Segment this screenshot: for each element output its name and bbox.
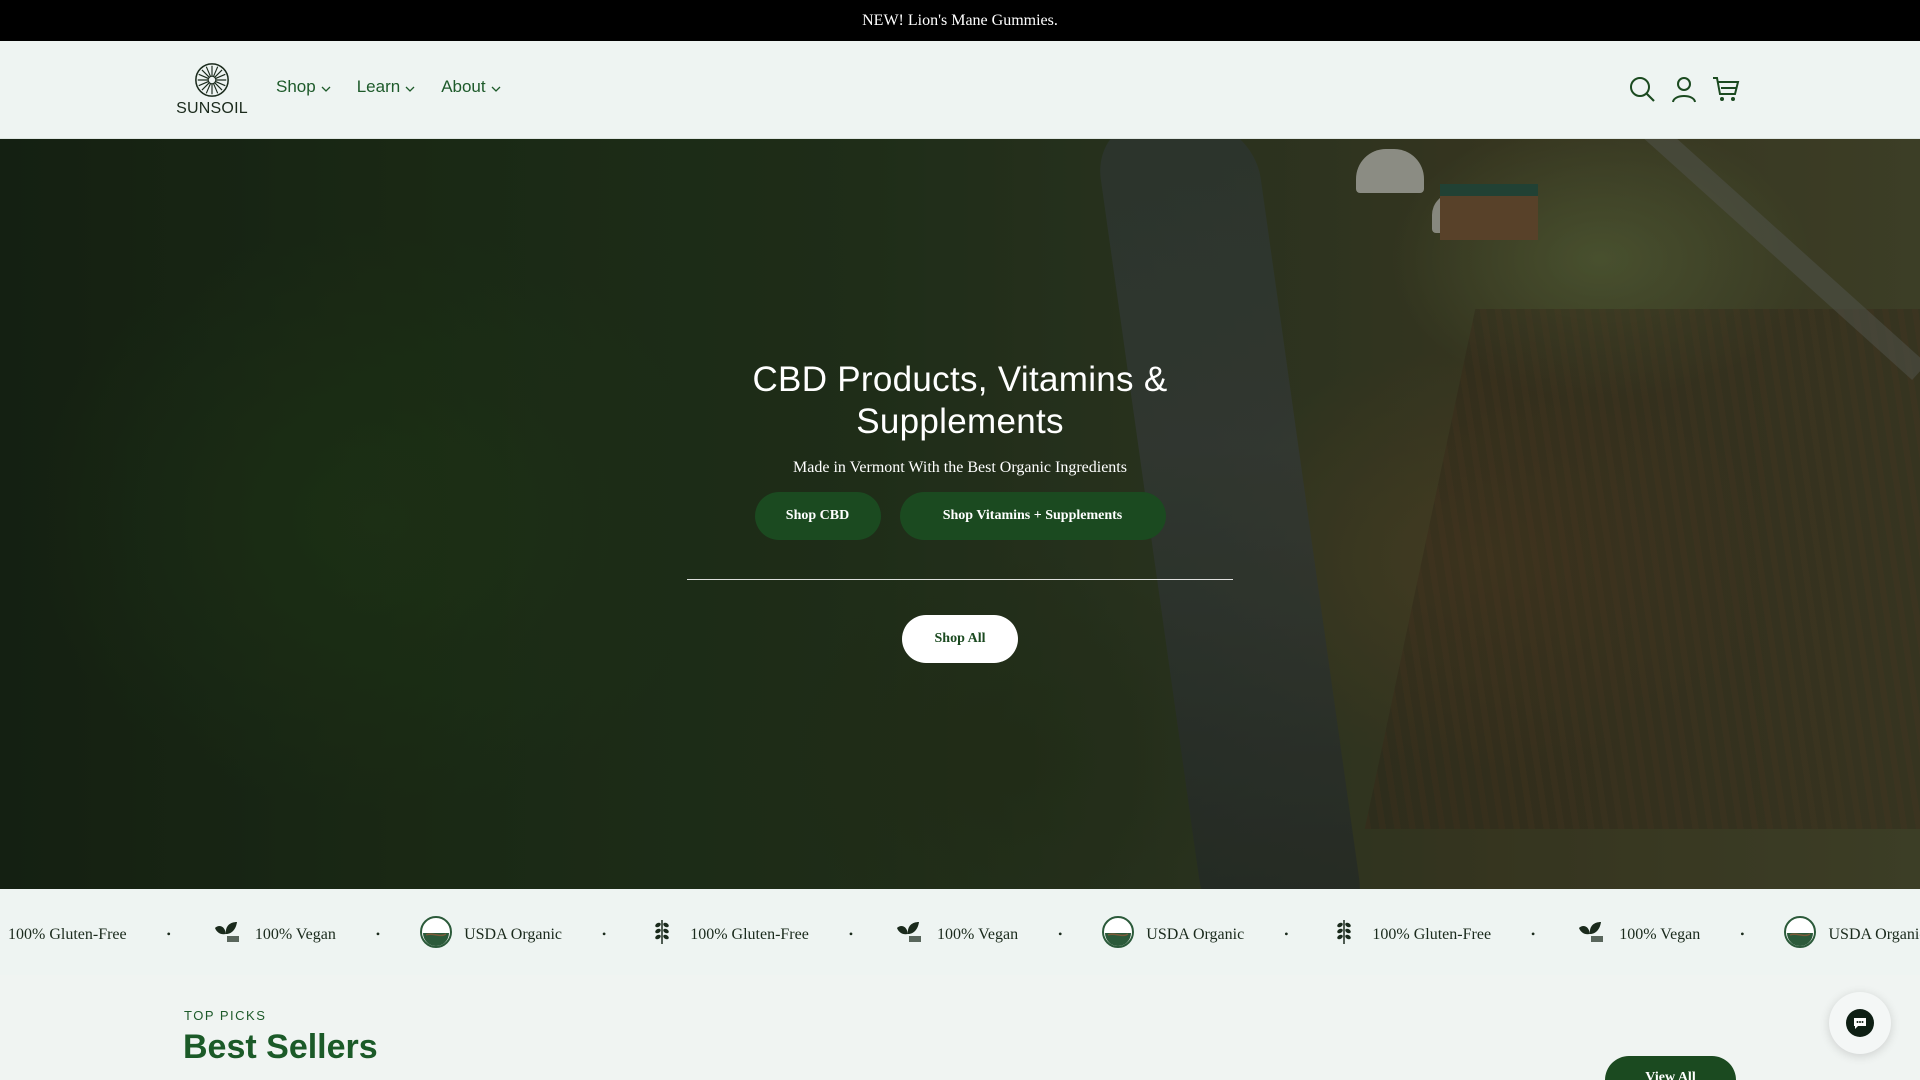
hero-divider	[687, 579, 1233, 580]
cart-icon	[1713, 77, 1740, 101]
main-nav: Shop Learn About	[276, 77, 501, 97]
badge-label: 100% Gluten-Free	[690, 925, 809, 943]
trust-badges-marquee: 100% Gluten-Free • 100% Vegan • USDA Organic…	[0, 889, 1920, 975]
search-icon	[1630, 77, 1655, 102]
header-actions	[1628, 75, 1740, 103]
vegan-badge-icon	[211, 916, 243, 953]
separator-dot: •	[1284, 927, 1289, 941]
gluten-free-badge-icon	[1328, 916, 1360, 953]
usda-organic-badge-icon	[1784, 916, 1817, 953]
separator-dot: •	[166, 927, 171, 941]
usda-organic-badge-icon	[1102, 916, 1135, 953]
chat-button[interactable]	[1829, 992, 1891, 1054]
separator-dot: •	[848, 927, 854, 941]
logo-text: SUNSOIL	[176, 100, 248, 117]
chevron-down-icon	[405, 86, 415, 92]
nav-learn[interactable]: Learn	[357, 77, 415, 97]
badge-label: USDA Organic	[1828, 925, 1920, 943]
hero-buttons: Shop CBD Shop Vitamins + Supplements	[660, 492, 1260, 540]
badge-item: 100% Vegan	[893, 916, 1018, 953]
badge-label: 100% Vegan	[254, 925, 336, 943]
badge-item: 100% Gluten-Free	[646, 916, 809, 953]
badge-item: USDA Organic	[420, 916, 562, 953]
separator-dot: •	[1740, 927, 1745, 941]
shop-all-button[interactable]: Shop All	[902, 615, 1018, 663]
usda-organic-badge-icon	[420, 916, 453, 953]
badge-label: 100% Gluten-Free	[8, 925, 127, 943]
nav-learn-label: Learn	[356, 77, 401, 96]
badge-label: 100% Vegan	[937, 925, 1019, 943]
gluten-free-badge-icon	[646, 916, 678, 953]
logo[interactable]: SUNSOIL	[175, 61, 249, 118]
marquee-track: 100% Gluten-Free • 100% Vegan • USDA Organic…	[0, 916, 1920, 953]
shop-cbd-button[interactable]: Shop CBD	[754, 492, 881, 540]
view-all-label: View All	[1645, 1070, 1696, 1080]
nav-about-label: About	[441, 77, 486, 96]
hero-title: CBD Products, Vitamins & Supplements	[752, 360, 1168, 441]
vegan-badge-icon	[1575, 916, 1607, 953]
chevron-down-icon	[491, 86, 501, 92]
section-title: Best Sellers	[183, 1028, 378, 1066]
chat-icon	[1846, 1009, 1874, 1037]
separator-dot: •	[1531, 927, 1536, 941]
chevron-down-icon	[321, 86, 331, 92]
badge-item: USDA Organic	[1784, 916, 1920, 953]
badge-item: 100% Vegan	[211, 916, 336, 953]
nav-about[interactable]: About	[441, 77, 501, 97]
badge-item: 100% Gluten-Free	[0, 916, 127, 953]
vegan-badge-icon	[893, 916, 925, 953]
account-icon	[1672, 77, 1696, 103]
sun-logo-icon	[195, 63, 229, 97]
cart-button[interactable]	[1712, 75, 1740, 103]
badge-label: 100% Gluten-Free	[1372, 925, 1492, 943]
badge-item: 100% Vegan	[1575, 916, 1700, 953]
badge-label: USDA Organic	[464, 925, 562, 943]
nav-shop[interactable]: Shop	[276, 77, 331, 97]
announcement-text[interactable]: NEW! Lion's Mane Gummies.	[862, 12, 1058, 30]
hero-banner: CBD Products, Vitamins & Supplements Mad…	[0, 139, 1920, 889]
nav-shop-label: Shop	[276, 77, 316, 96]
badge-item: 100% Gluten-Free	[1328, 916, 1491, 953]
separator-dot: •	[1058, 927, 1063, 941]
separator-dot: •	[602, 927, 607, 941]
site-header: SUNSOIL Shop Learn About	[0, 41, 1920, 139]
separator-dot: •	[375, 927, 381, 941]
shop-vitamins-button[interactable]: Shop Vitamins + Supplements	[899, 492, 1166, 540]
badge-item: USDA Organic	[1102, 916, 1244, 953]
view-all-button[interactable]: View All	[1605, 1056, 1736, 1080]
section-eyebrow: TOP PICKS	[184, 1008, 267, 1023]
hero-subtitle: Made in Vermont With the Best Organic In…	[793, 459, 1127, 476]
account-button[interactable]	[1670, 75, 1698, 103]
search-button[interactable]	[1628, 75, 1656, 103]
hero-content: CBD Products, Vitamins & Supplements Mad…	[660, 359, 1260, 540]
badge-label: USDA Organic	[1146, 925, 1245, 943]
announcement-bar: NEW! Lion's Mane Gummies.	[0, 0, 1920, 41]
badge-label: 100% Vegan	[1619, 925, 1701, 943]
